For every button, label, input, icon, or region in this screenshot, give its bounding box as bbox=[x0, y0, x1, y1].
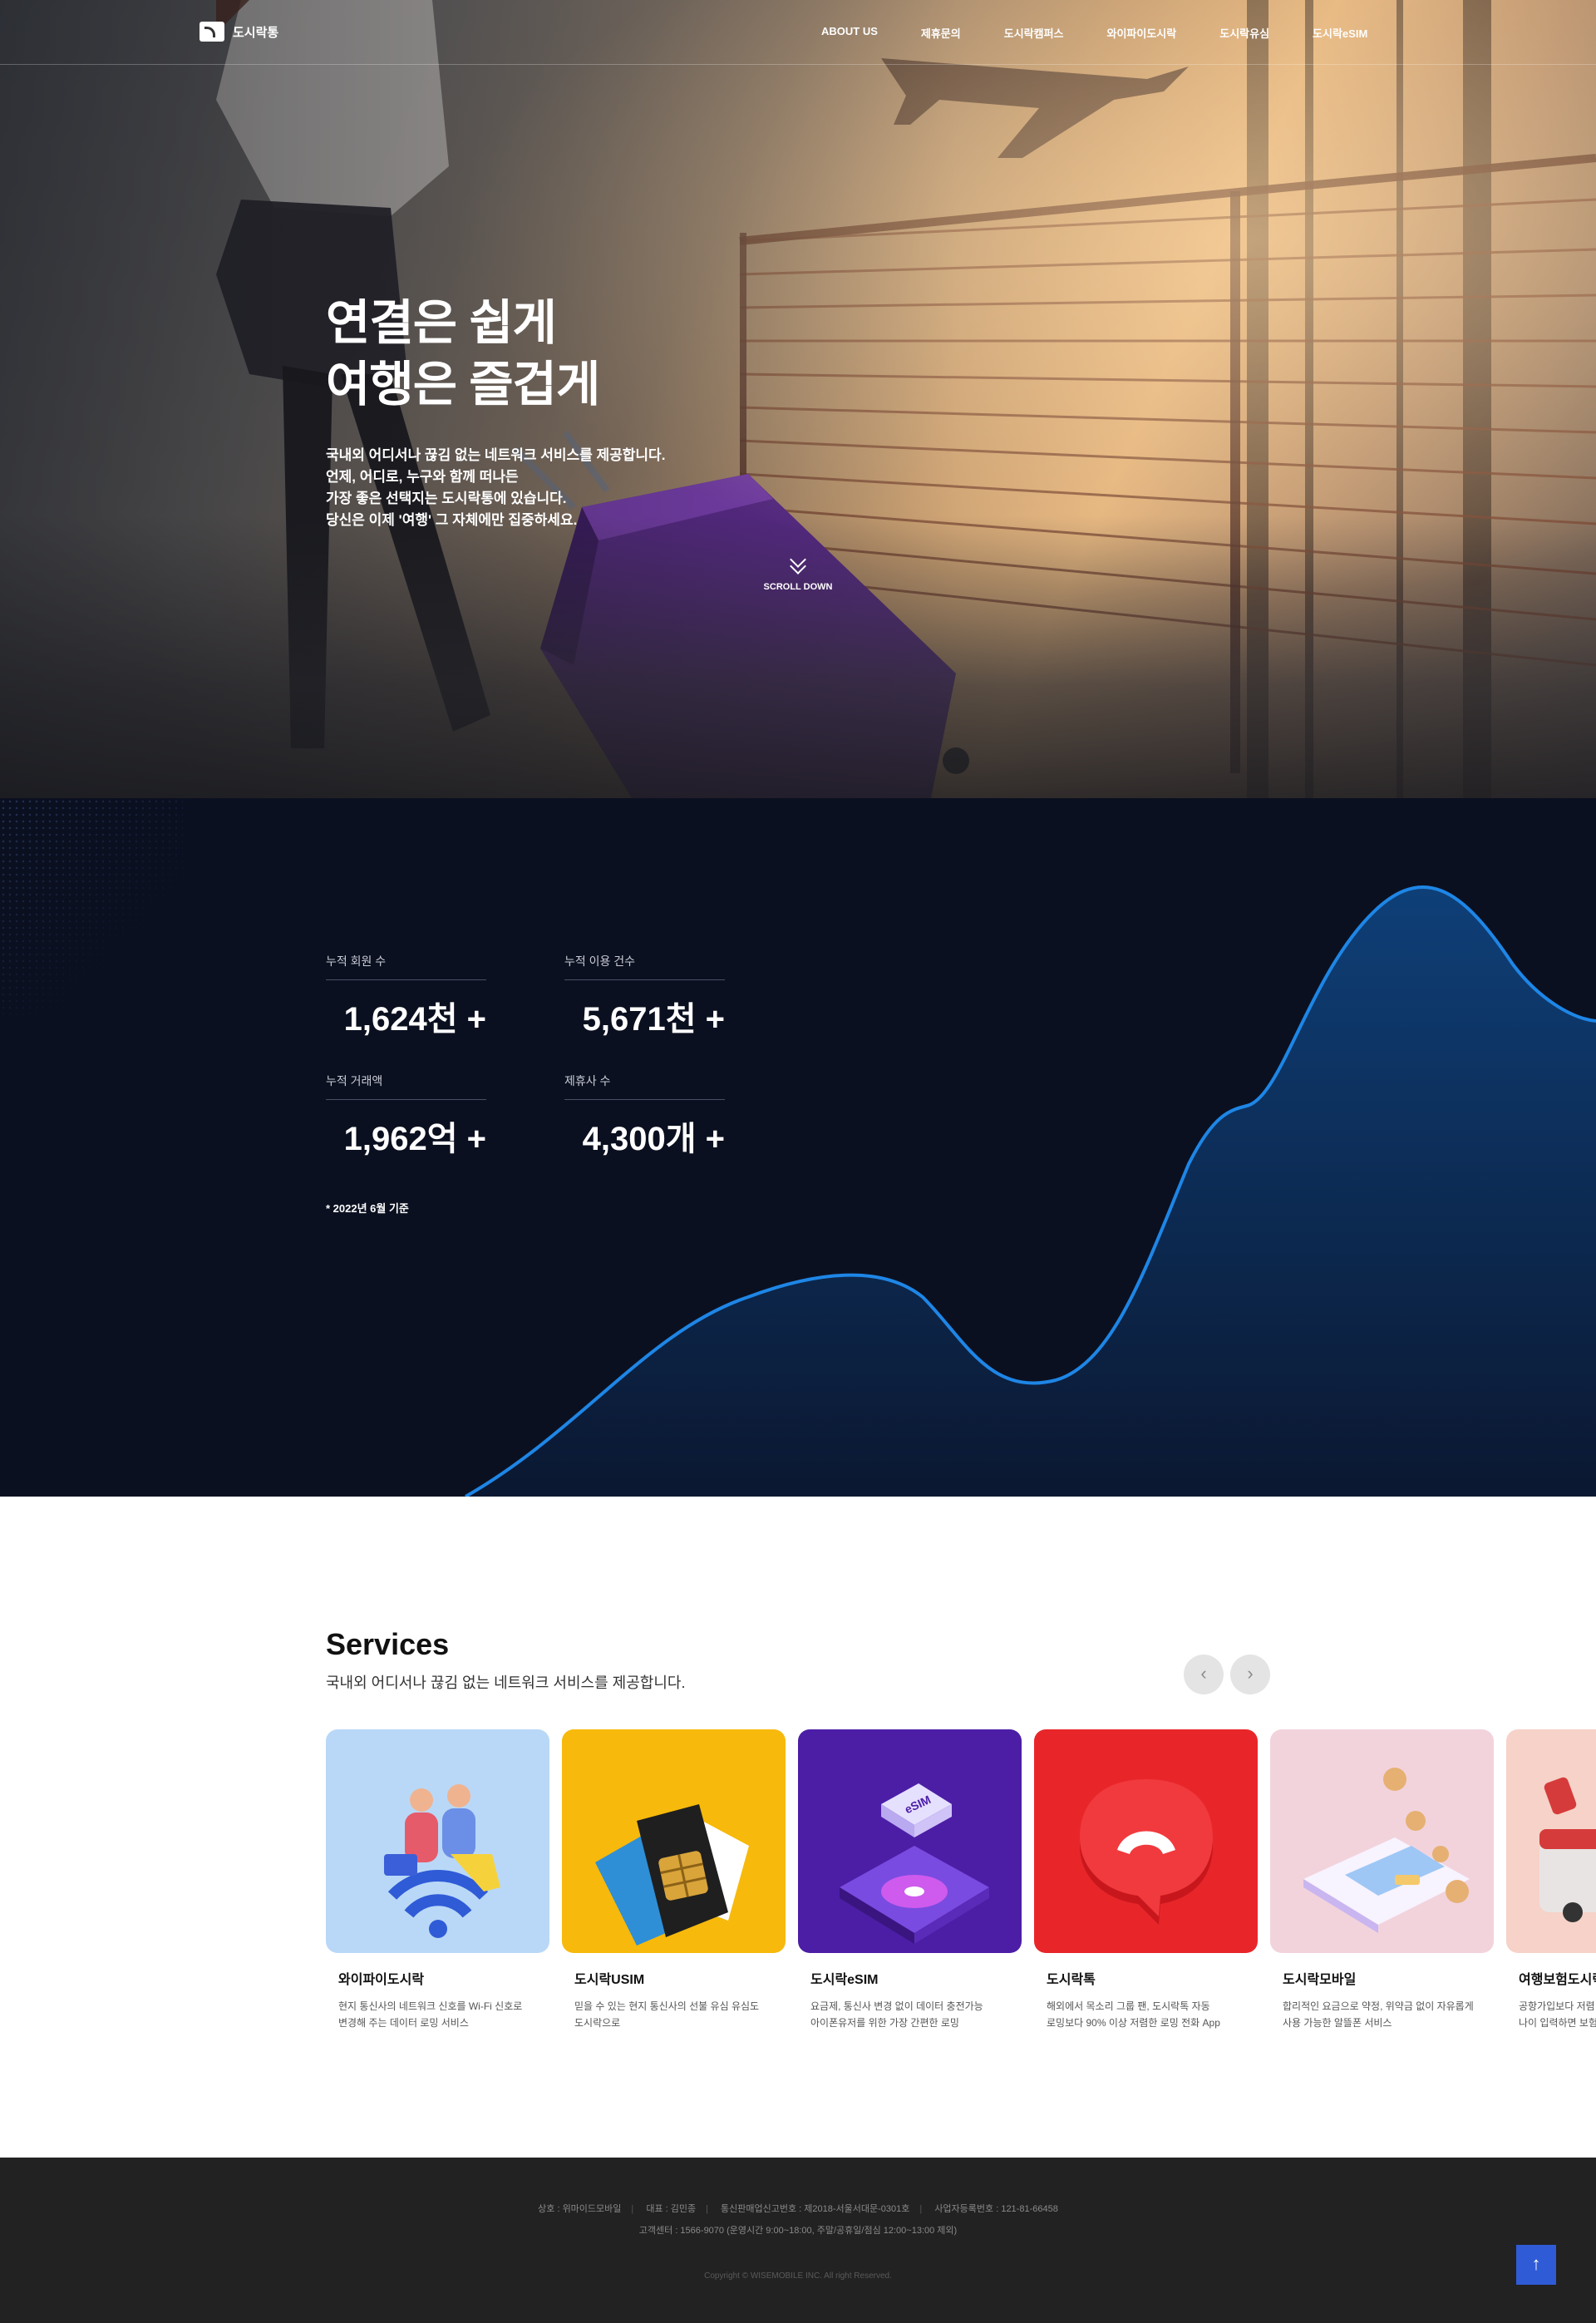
services-title: Services bbox=[326, 1627, 450, 1661]
main-menu: ABOUT US 제휴문의 도시락캠퍼스 와이파이도시락 도시락유심 도시락eS… bbox=[821, 25, 1411, 41]
stat-label: 누적 이용 건수 bbox=[564, 953, 725, 980]
site-logo[interactable]: 도시락통 bbox=[200, 22, 278, 42]
service-desc: 믿을 수 있는 현지 통신사의 선불 유심 유심도 도시락으로 bbox=[574, 2000, 760, 2029]
footer-customer-center: 고객센터 : 1566-9070 (운영시간 9:00~18:00, 주말/공휴… bbox=[638, 2226, 958, 2236]
footer-biz-no: 사업자등록번호 : 121-81-66458 bbox=[934, 2204, 1058, 2214]
menu-partnership[interactable]: 제휴문의 bbox=[921, 25, 961, 41]
hero-desc-line: 당신은 이제 '여행' 그 자체에만 집중하세요. bbox=[326, 512, 578, 528]
stat-value: 4,300개 + bbox=[582, 1121, 725, 1157]
stats-note: * 2022년 6월 기준 bbox=[326, 1202, 409, 1215]
carousel-next-button[interactable]: › bbox=[1230, 1655, 1270, 1694]
footer-company-info: 상호 : 위마이드모바일 | 대표 : 김민종 | 통신판매업신고번호 : 제201… bbox=[538, 2204, 1058, 2214]
service-name: 여행보험도시락 bbox=[1519, 1973, 1596, 1987]
menu-campus[interactable]: 도시락캠퍼스 bbox=[1004, 25, 1064, 41]
service-desc: 공항가입보다 저렴 나이 입력하면 보험 bbox=[1519, 2000, 1596, 2029]
hero-desc-line: 가장 좋은 선택지는 도시락통에 있습니다. bbox=[326, 491, 567, 506]
service-thumb-wifi bbox=[326, 1729, 549, 1953]
carousel-prev-button[interactable]: ‹ bbox=[1184, 1655, 1224, 1694]
stat-label: 누적 거래액 bbox=[326, 1073, 486, 1100]
service-card-esim[interactable]: eSIM 도시락eSIM 요금제, 통신사 변경 없이 데이터 충전가능 아이폰… bbox=[798, 1729, 1022, 2031]
services-subtitle: 국내외 어디서나 끊김 없는 네트워크 서비스를 제공합니다. bbox=[326, 1674, 686, 1691]
hero-description: 국내외 어디서나 끊김 없는 네트워크 서비스를 제공합니다. 언제, 어디로,… bbox=[326, 445, 665, 531]
menu-about-us[interactable]: ABOUT US bbox=[821, 25, 878, 41]
stat-label: 제휴사 수 bbox=[564, 1073, 725, 1100]
service-name: 도시락모바일 bbox=[1283, 1973, 1357, 1987]
footer-copyright: Copyright © WISEMOBILE INC. All right Re… bbox=[704, 2271, 892, 2281]
hero-desc-line: 국내외 어디서나 끊김 없는 네트워크 서비스를 제공합니다. bbox=[326, 447, 666, 463]
travel-luggage-icon bbox=[1539, 1777, 1596, 1922]
stat-value: 5,671천 + bbox=[582, 1001, 725, 1038]
service-desc: 합리적인 요금으로 약정, 위약금 없이 자유롭게 사용 가능한 알뜰폰 서비스 bbox=[1283, 2000, 1474, 2029]
footer-company: 상호 : 위마이드모바일 bbox=[538, 2204, 622, 2214]
service-desc: 현지 통신사의 네트워크 신호를 Wi-Fi 신호로 변경해 주는 데이터 로밍… bbox=[338, 2000, 523, 2029]
service-card-mobile[interactable]: 도시락모바일 합리적인 요금으로 약정, 위약금 없이 자유롭게 사용 가능한 … bbox=[1270, 1729, 1494, 2031]
footer-ceo: 대표 : 김민종 bbox=[646, 2204, 697, 2214]
stat-partners: 제휴사 수 4,300개 + bbox=[564, 1073, 725, 1160]
service-desc: 해외에서 목소리 그룹 팬, 도시락톡 자동 로밍보다 90% 이상 저렴한 로… bbox=[1047, 2000, 1220, 2029]
site-footer: 상호 : 위마이드모바일 | 대표 : 김민종 | 통신판매업신고번호 : 제201… bbox=[0, 2158, 1596, 2323]
scroll-down-indicator[interactable]: SCROLL DOWN bbox=[763, 551, 833, 592]
hero-section: 도시락통 ABOUT US 제휴문의 도시락캠퍼스 와이파이도시락 도시락유심 … bbox=[0, 0, 1596, 798]
menu-wifi-dosirak[interactable]: 와이파이도시락 bbox=[1107, 25, 1177, 41]
service-name: 도시락eSIM bbox=[810, 1973, 879, 1987]
service-thumb-mobile bbox=[1270, 1729, 1494, 1953]
stat-usage: 누적 이용 건수 5,671천 + bbox=[564, 953, 725, 1040]
stat-transactions: 누적 거래액 1,962억 + bbox=[326, 1073, 486, 1160]
service-thumb-talk bbox=[1034, 1729, 1258, 1953]
stats-section: 누적 회원 수 1,624천 + 누적 이용 건수 5,671천 + 누적 거래… bbox=[0, 798, 1596, 1497]
service-thumb-esim: eSIM bbox=[798, 1729, 1022, 1953]
logo-text: 도시락통 bbox=[233, 25, 279, 40]
service-card-usim[interactable]: 도시락USIM 믿을 수 있는 현지 통신사의 선불 유심 유심도 도시락으로 bbox=[562, 1729, 786, 2031]
wifi-icon bbox=[384, 1784, 500, 1938]
service-card-wifi[interactable]: 와이파이도시락 현지 통신사의 네트워크 신호를 Wi-Fi 신호로 변경해 주… bbox=[326, 1729, 549, 2031]
services-section: Services 국내외 어디서나 끊김 없는 네트워크 서비스를 제공합니다.… bbox=[0, 1497, 1596, 2158]
hero-title: 연결은 쉽게 여행은 즐겁게 bbox=[326, 293, 600, 416]
hero-desc-line: 언제, 어디로, 누구와 함께 떠나든 bbox=[326, 469, 519, 485]
service-name: 와이파이도시락 bbox=[338, 1973, 425, 1987]
chevron-down-icon bbox=[787, 551, 809, 577]
menu-esim[interactable]: 도시락eSIM bbox=[1313, 25, 1367, 41]
service-card-talk[interactable]: 도시락톡 해외에서 목소리 그룹 팬, 도시락톡 자동 로밍보다 90% 이상 … bbox=[1034, 1729, 1258, 2031]
service-name: 도시락USIM bbox=[574, 1973, 645, 1987]
stat-value: 1,624천 + bbox=[343, 1001, 486, 1038]
service-card-insurance[interactable]: 여행보험도시락 공항가입보다 저렴 나이 입력하면 보험 bbox=[1506, 1729, 1596, 2031]
hero-title-line-1: 연결은 쉽게 bbox=[326, 296, 557, 350]
scroll-to-top-button[interactable]: ↑ bbox=[1516, 2245, 1556, 2285]
stat-label: 누적 회원 수 bbox=[326, 953, 486, 980]
top-navigation: 도시락통 ABOUT US 제휴문의 도시락캠퍼스 와이파이도시락 도시락유심 … bbox=[0, 0, 1596, 65]
hero-overlay bbox=[0, 0, 1596, 798]
scroll-down-label: SCROLL DOWN bbox=[763, 582, 833, 592]
service-desc: 요금제, 통신사 변경 없이 데이터 충전가능 아이폰유저를 위한 가장 간편한… bbox=[810, 2000, 983, 2029]
esim-chip-icon: eSIM bbox=[840, 1783, 989, 1944]
service-name: 도시락톡 bbox=[1047, 1973, 1096, 1987]
logo-icon bbox=[200, 22, 224, 42]
phone-bubble-icon bbox=[1080, 1779, 1213, 1925]
service-thumb-usim bbox=[562, 1729, 786, 1953]
footer-license: 통신판매업신고번호 : 제2018-서울서대문-0301호 bbox=[721, 2204, 910, 2214]
mobile-payment-icon bbox=[1303, 1768, 1470, 1933]
stat-members: 누적 회원 수 1,624천 + bbox=[326, 953, 486, 1040]
service-thumb-insurance bbox=[1506, 1729, 1596, 1953]
stat-value: 1,962억 + bbox=[343, 1121, 486, 1157]
menu-usim[interactable]: 도시락유심 bbox=[1219, 25, 1269, 41]
sim-card-icon bbox=[595, 1804, 749, 1946]
hero-title-line-2: 여행은 즐겁게 bbox=[326, 358, 600, 412]
growth-wave-graphic bbox=[465, 885, 1596, 1497]
